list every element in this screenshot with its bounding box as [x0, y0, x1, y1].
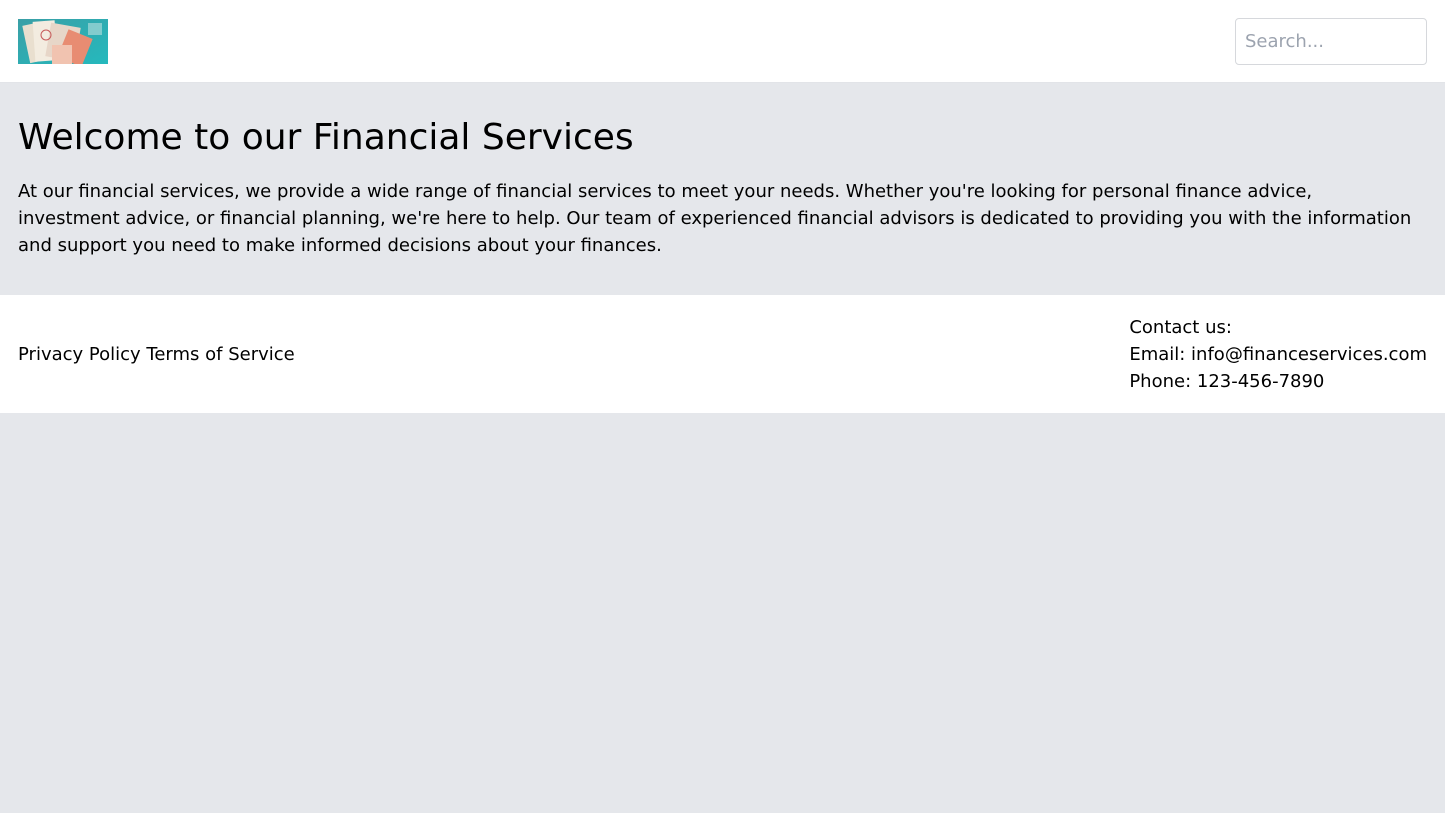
privacy-policy-link[interactable]: Privacy Policy — [18, 344, 141, 365]
site-footer: Privacy Policy Terms of Service Contact … — [0, 295, 1445, 413]
contact-email: Email: info@financeservices.com — [1129, 344, 1427, 365]
contact-phone: Phone: 123-456-7890 — [1129, 371, 1325, 392]
hero-section: Welcome to our Financial Services At our… — [0, 84, 1445, 295]
footer-links: Privacy Policy Terms of Service — [18, 341, 295, 368]
contact-heading: Contact us: — [1129, 317, 1232, 338]
search-input[interactable] — [1235, 18, 1427, 65]
intro-paragraph: At our financial services, we provide a … — [18, 181, 1412, 256]
site-header — [0, 0, 1445, 83]
logo-image[interactable] — [18, 19, 108, 64]
contact-info: Contact us: Email: info@financeservices.… — [1129, 314, 1427, 395]
page-title: Welcome to our Financial Services — [18, 117, 634, 158]
terms-of-service-link[interactable]: Terms of Service — [146, 344, 294, 365]
